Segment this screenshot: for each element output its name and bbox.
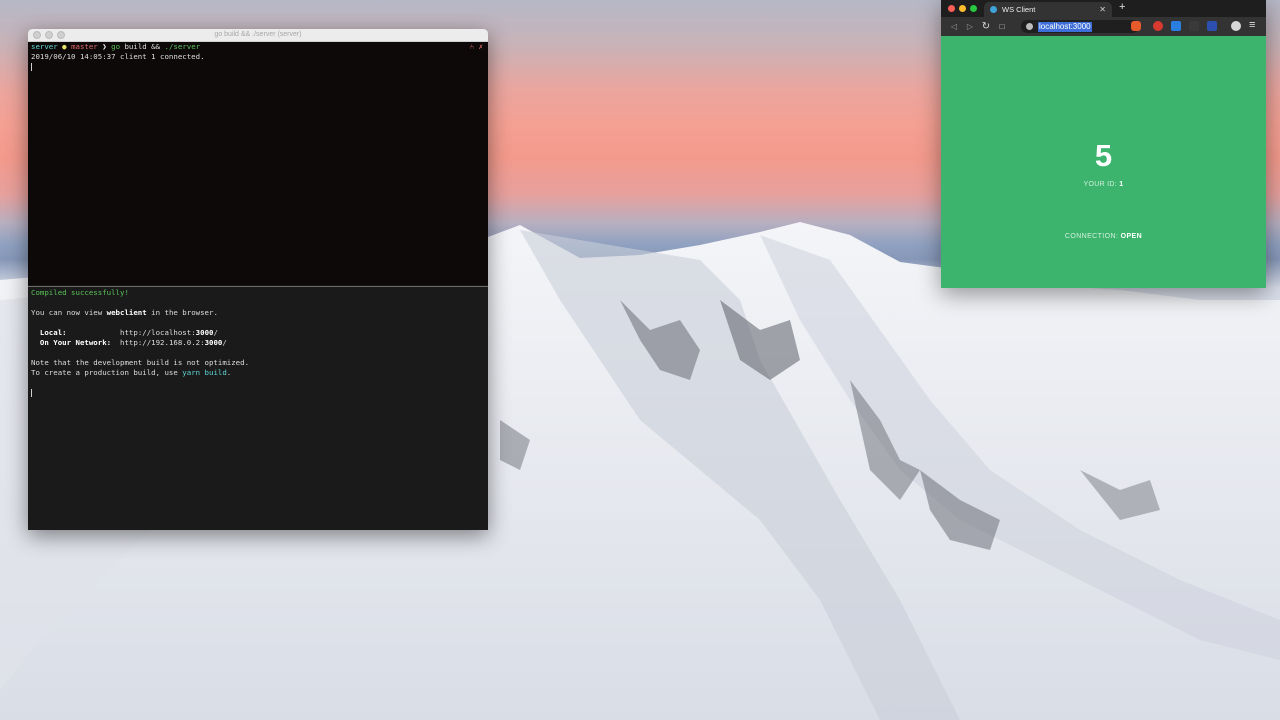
minimize-window-button[interactable] bbox=[959, 5, 966, 12]
local-url-suffix: / bbox=[213, 328, 218, 337]
bookmark-icon[interactable]: □ bbox=[994, 22, 1010, 31]
yarn-build-command: yarn build bbox=[182, 368, 227, 377]
terminal-window[interactable]: go build && ./server (server) server ● m… bbox=[28, 29, 488, 530]
close-window-button[interactable] bbox=[948, 5, 955, 12]
your-id-label: YOUR ID: bbox=[1083, 181, 1120, 188]
counter-value: 5 bbox=[1094, 138, 1113, 173]
tab-close-icon[interactable]: ✕ bbox=[1099, 5, 1106, 14]
your-id-value: 1 bbox=[1119, 181, 1124, 188]
local-label: Local: bbox=[39, 328, 67, 337]
app-name: webclient bbox=[106, 308, 147, 317]
view-line: You can now view webclient in the browse… bbox=[31, 308, 485, 318]
window-controls bbox=[948, 5, 977, 12]
command-go: go bbox=[111, 42, 121, 51]
react-favicon-icon bbox=[990, 6, 997, 13]
local-port: 3000 bbox=[195, 328, 214, 337]
terminal-cursor-line bbox=[31, 62, 485, 72]
new-tab-button[interactable]: + bbox=[1119, 1, 1125, 13]
server-log-line: 2019/06/10 14:05:37 client 1 connected. bbox=[31, 52, 205, 61]
profile-avatar[interactable] bbox=[1231, 21, 1241, 31]
forward-icon[interactable]: ▷ bbox=[962, 22, 978, 31]
terminal-pane-server[interactable]: server ● master ❯ go build && ./server ⑃ … bbox=[28, 42, 488, 285]
connection-value: OPEN bbox=[1120, 233, 1143, 240]
browser-toolbar: ◁ ▷ ↻ □ localhost:3000 ≡ bbox=[941, 17, 1266, 36]
terminal-titlebar[interactable]: go build && ./server (server) bbox=[28, 29, 488, 42]
view-prefix: You can now view bbox=[31, 308, 107, 317]
terminal-cursor-line bbox=[31, 388, 485, 398]
network-label: On Your Network: bbox=[39, 338, 112, 347]
extension-blue-icon[interactable] bbox=[1207, 21, 1217, 31]
compiled-message: Compiled successfully! bbox=[31, 288, 129, 297]
page-content: 5 YOUR ID: 1 CONNECTION: OPEN bbox=[941, 36, 1266, 288]
extension-blue-plus-icon[interactable] bbox=[1171, 21, 1181, 31]
address-bar-url[interactable]: localhost:3000 bbox=[1038, 21, 1092, 32]
compiled-line: Compiled successfully! bbox=[31, 288, 485, 298]
terminal-title: go build && ./server (server) bbox=[214, 31, 302, 38]
note2-prefix: To create a production build, use bbox=[31, 368, 183, 377]
network-url-prefix: http://192.168.0.2: bbox=[120, 338, 205, 347]
browser-tab-bar[interactable]: WS Client ✕ + bbox=[941, 0, 1266, 17]
extension-dark-icon[interactable] bbox=[1189, 21, 1199, 31]
terminal-pane-webclient[interactable]: Compiled successfully! You can now view … bbox=[28, 286, 488, 530]
network-port: 3000 bbox=[204, 338, 223, 347]
prompt-line: server ● master ❯ go build && ./server ⑃ … bbox=[31, 42, 485, 52]
prompt-branch: master bbox=[71, 42, 98, 51]
connection-label: CONNECTION: bbox=[1064, 233, 1121, 240]
menu-icon[interactable]: ≡ bbox=[1249, 19, 1255, 31]
local-url-line: Local: http://localhost:3000/ bbox=[31, 328, 485, 338]
prompt-directory: server bbox=[31, 42, 58, 51]
network-url-line: On Your Network: http://192.168.0.2:3000… bbox=[31, 338, 485, 348]
command-args: build && bbox=[120, 42, 165, 51]
prompt-arrow: ❯ bbox=[102, 42, 107, 51]
note2-suffix: . bbox=[226, 368, 232, 377]
extension-red-icon[interactable] bbox=[1153, 21, 1163, 31]
prompt-bullet: ● bbox=[62, 42, 67, 51]
back-icon[interactable]: ◁ bbox=[946, 22, 962, 31]
connection-status: CONNECTION: OPEN bbox=[941, 233, 1266, 240]
browser-window[interactable]: WS Client ✕ + ◁ ▷ ↻ □ localhost:3000 ≡ 5… bbox=[941, 0, 1266, 288]
terminal-cursor bbox=[31, 63, 32, 71]
command-exec: ./server bbox=[164, 42, 201, 51]
zoom-window-button[interactable] bbox=[970, 5, 977, 12]
note-line-1: Note that the development build is not o… bbox=[31, 358, 250, 367]
terminal-cursor bbox=[31, 389, 32, 397]
address-bar[interactable]: localhost:3000 bbox=[1021, 20, 1139, 33]
git-status-indicator: ⑃ ✗ bbox=[469, 42, 483, 51]
local-url-prefix: http://localhost: bbox=[120, 328, 196, 337]
browser-tab-ws-client[interactable]: WS Client ✕ bbox=[984, 2, 1112, 17]
tab-title: WS Client bbox=[1002, 5, 1036, 14]
your-id-text: YOUR ID: 1 bbox=[941, 181, 1266, 188]
note-line-2: To create a production build, use yarn b… bbox=[31, 368, 485, 378]
brave-shields-icon[interactable] bbox=[1131, 21, 1141, 31]
reload-icon[interactable]: ↻ bbox=[978, 21, 994, 32]
view-suffix: in the browser. bbox=[146, 308, 218, 317]
site-info-icon[interactable] bbox=[1026, 23, 1033, 30]
network-url-suffix: / bbox=[222, 338, 227, 347]
